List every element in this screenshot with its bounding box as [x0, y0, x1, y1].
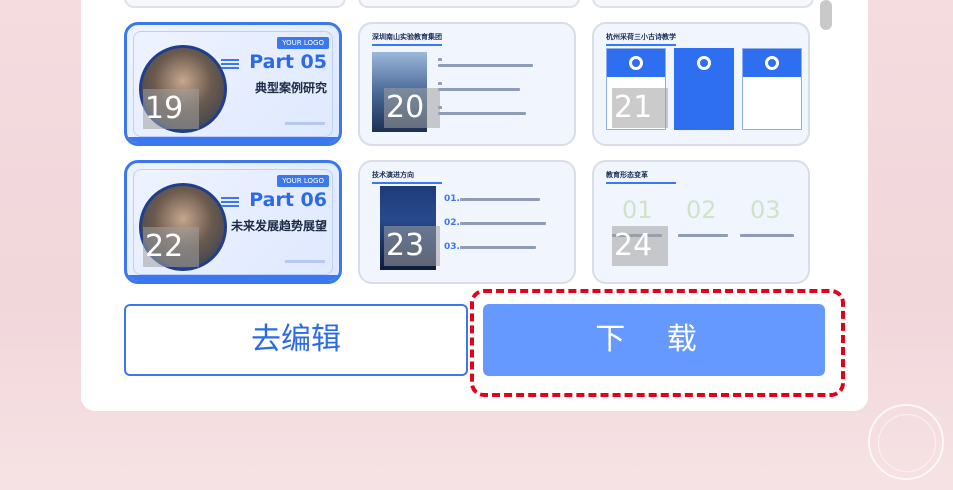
part-label: Part 05: [249, 51, 327, 73]
slide-thumbnail-partial[interactable]: [358, 0, 580, 8]
apps-icon: [697, 56, 711, 70]
scrollbar-thumb[interactable]: [820, 0, 832, 30]
title-underline: [606, 44, 676, 46]
bottom-accent-bar: [127, 275, 339, 281]
list-number: 03.: [444, 242, 460, 252]
slide-thumbnail-21[interactable]: 杭州采荷三小古诗教学 21: [592, 22, 810, 146]
slide-thumbnail-22[interactable]: YOUR LOGO Part 06 未来发展趋势展望 22: [124, 160, 342, 284]
slide-number: 19: [143, 89, 199, 129]
watermark-logo: [868, 404, 944, 480]
slide-title: 杭州采荷三小古诗教学: [606, 33, 676, 41]
decor-lines: [221, 63, 239, 65]
text-line: [460, 222, 546, 225]
text-line: [438, 58, 442, 61]
decor-bar: [285, 122, 325, 125]
info-card: [674, 48, 734, 130]
download-highlight-outline: [470, 289, 845, 397]
slide-thumbnail-23[interactable]: 技术演进方向 01. 02. 03. 23: [358, 160, 576, 284]
big-number: 02: [686, 196, 717, 224]
slide-thumbnail-partial[interactable]: [124, 0, 346, 8]
text-line: [460, 198, 540, 201]
logo-badge: YOUR LOGO: [277, 37, 329, 49]
logo-badge: YOUR LOGO: [277, 175, 329, 187]
slide-number: 24: [612, 226, 668, 266]
slide-title: 深圳南山实验教育集团: [372, 33, 442, 41]
card-icon: [629, 56, 643, 70]
slide-thumbnail-20[interactable]: 深圳南山实验教育集团 20: [358, 22, 576, 146]
title-underline: [372, 44, 442, 46]
decor-bar: [285, 260, 325, 263]
decor-lines: [221, 201, 239, 203]
text-line: [740, 234, 794, 237]
big-number: 01: [622, 196, 653, 224]
slide-title: 教育形态变革: [606, 171, 648, 179]
text-line: [460, 246, 536, 249]
slide-number: 20: [384, 88, 440, 128]
part-label: Part 06: [249, 189, 327, 211]
text-line: [438, 88, 520, 91]
slide-thumbnail-partial[interactable]: [592, 0, 814, 8]
slide-number: 22: [143, 227, 199, 267]
bottom-accent-bar: [127, 137, 339, 143]
slide-subtitle: 典型案例研究: [254, 81, 327, 95]
text-line: [438, 112, 526, 115]
text-line: [438, 64, 533, 67]
text-line: [678, 234, 728, 237]
slide-thumbnail-24[interactable]: 教育形态变革 01 02 03 24: [592, 160, 810, 284]
chart-icon: [765, 56, 779, 70]
info-card: [742, 48, 802, 130]
slide-thumbnail-19[interactable]: YOUR LOGO Part 05 典型案例研究 19: [124, 22, 342, 146]
title-underline: [606, 182, 676, 184]
title-underline: [372, 182, 442, 184]
text-line: [438, 82, 442, 85]
slide-subtitle: 未来发展趋势展望: [230, 219, 327, 233]
big-number: 03: [750, 196, 781, 224]
list-number: 02.: [444, 218, 460, 228]
slide-number: 21: [612, 88, 668, 128]
slide-title: 技术演进方向: [372, 171, 414, 179]
slide-number: 23: [384, 226, 440, 266]
list-number: 01.: [444, 194, 460, 204]
edit-button[interactable]: 去编辑: [124, 304, 468, 376]
